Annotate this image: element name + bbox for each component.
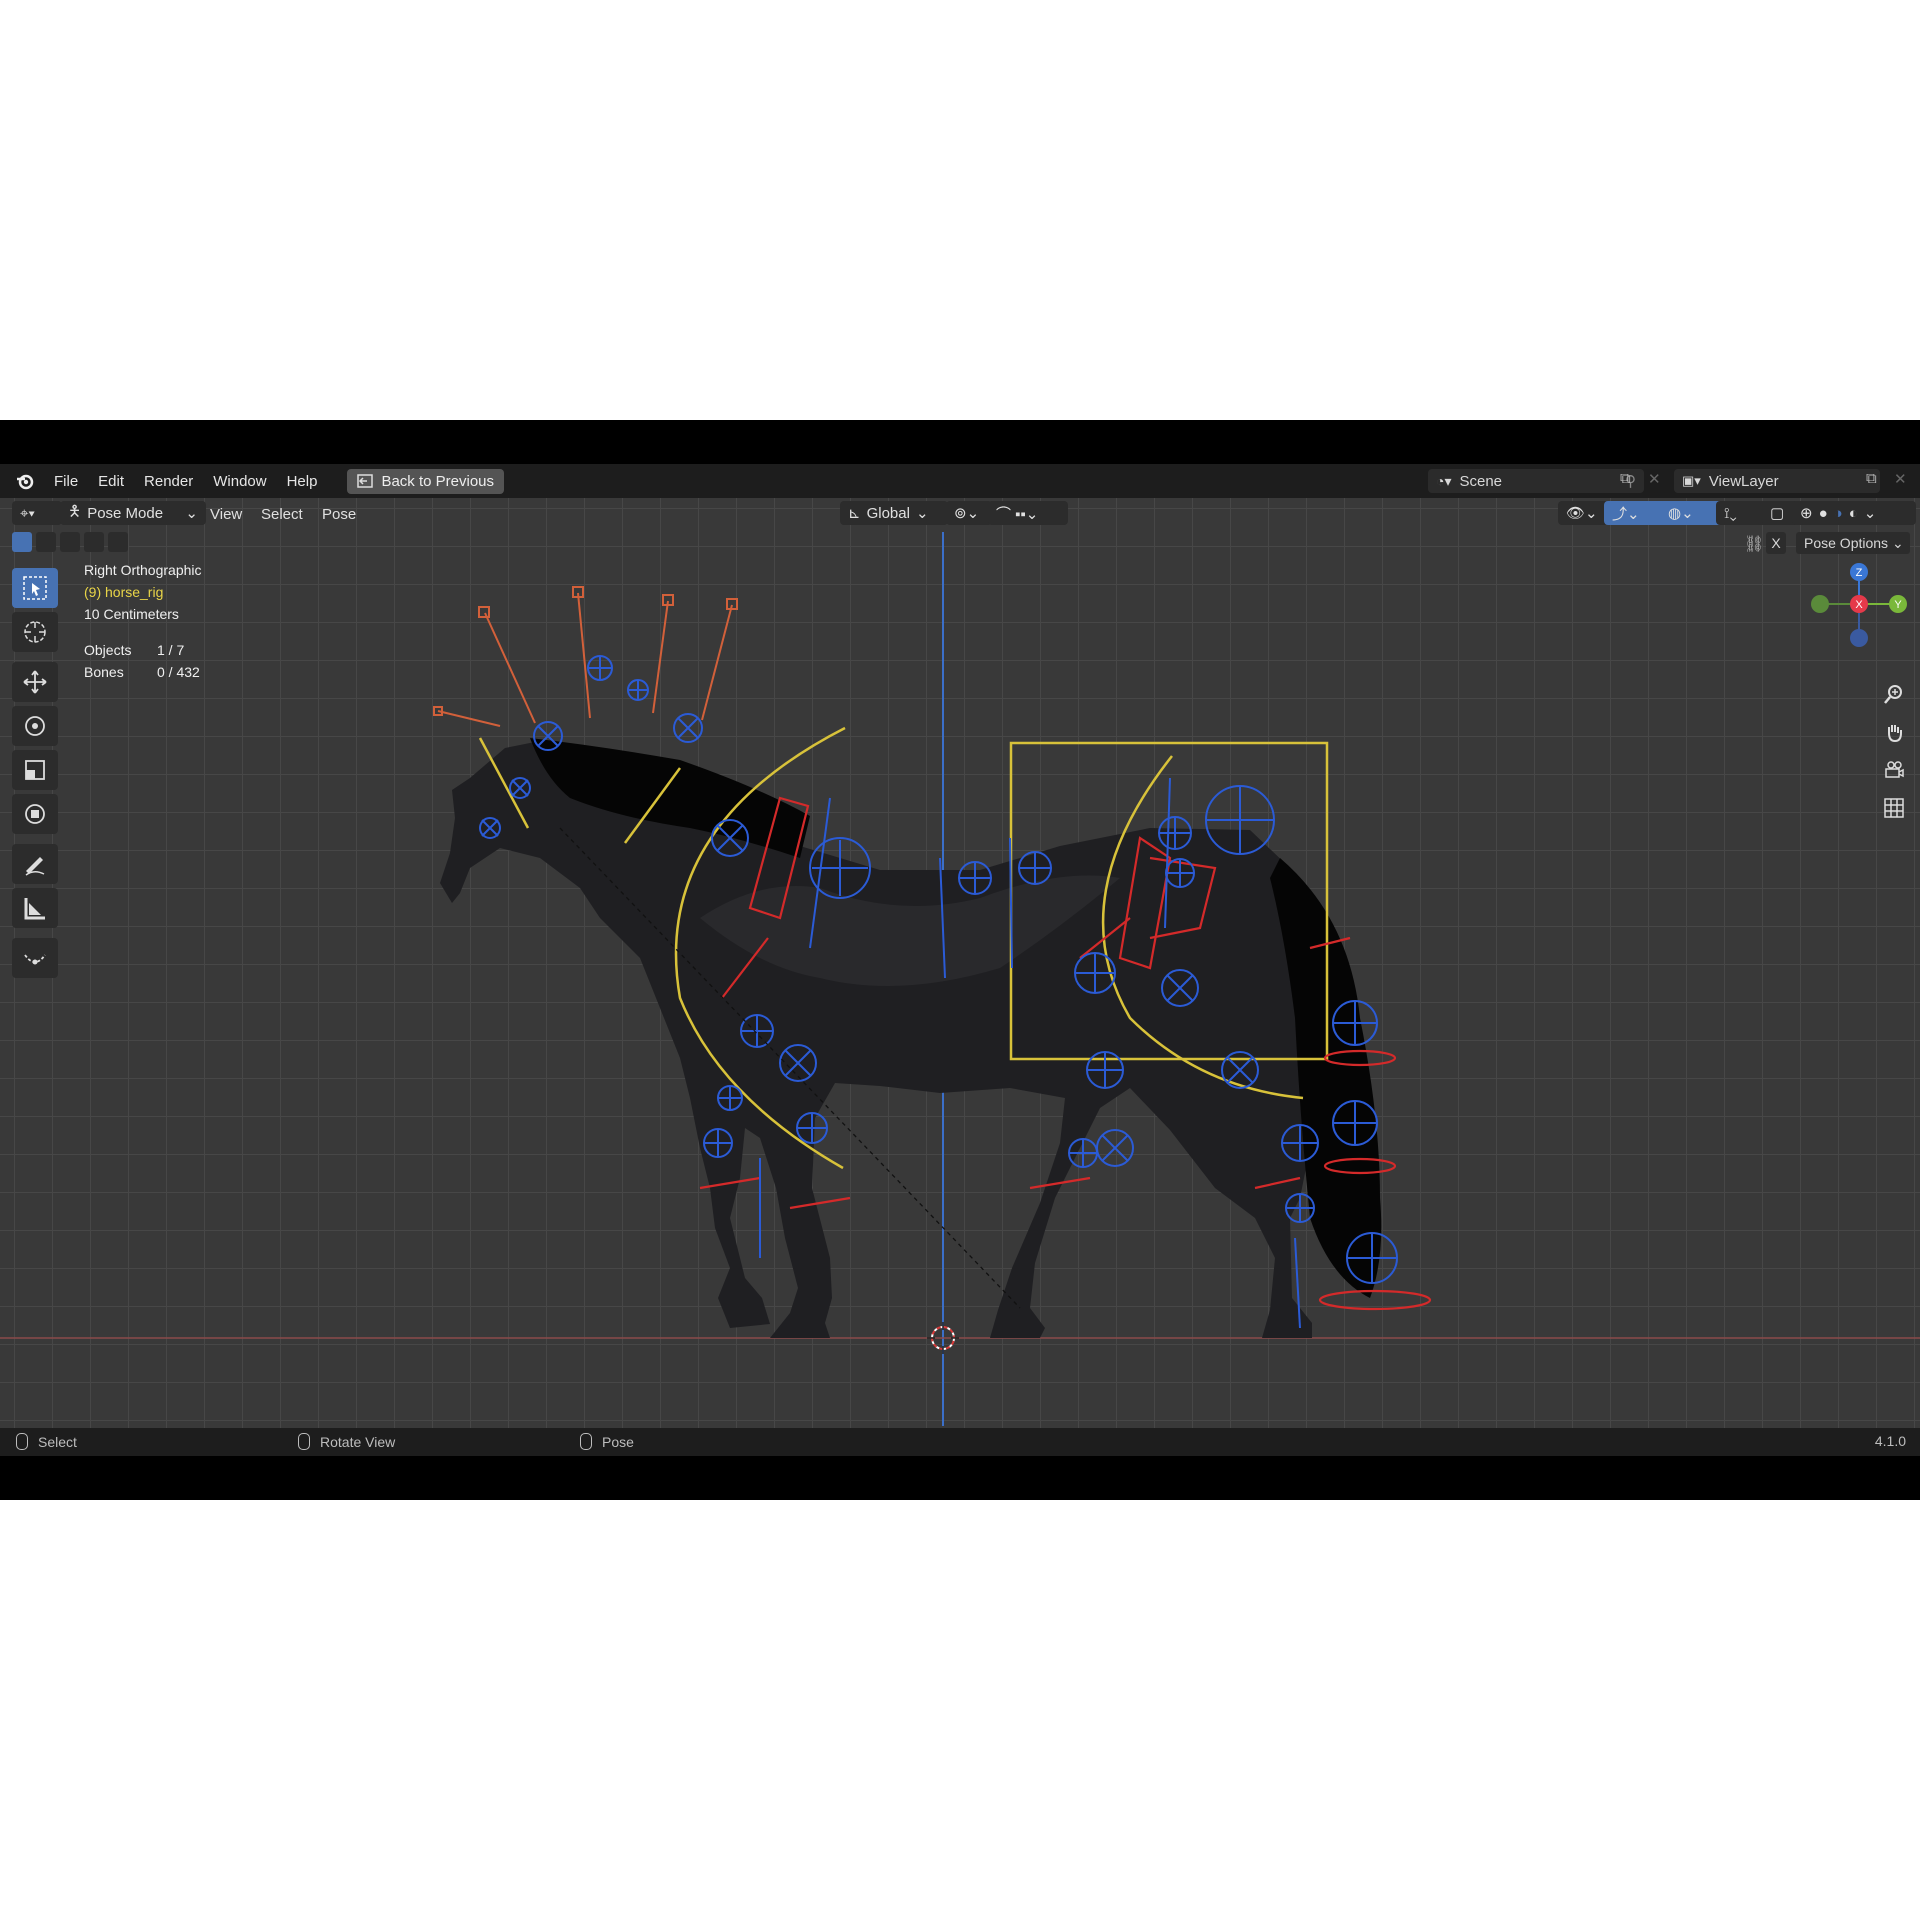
status-pose: Pose [580, 1433, 634, 1450]
scene-canvas [0, 532, 1920, 1426]
gizmo-neg-z-axis[interactable] [1850, 629, 1868, 647]
mouse-left-icon [16, 1433, 28, 1450]
gizmo-neg-y-axis[interactable] [1811, 595, 1829, 613]
top-menu-bar: File Edit Render Window Help Back to Pre… [0, 464, 1920, 498]
gizmo-y-label: Y [1894, 599, 1902, 611]
menu-edit[interactable]: Edit [88, 473, 134, 490]
camera-view-icon[interactable] [1878, 754, 1910, 786]
gizmo-z-label: Z [1856, 567, 1863, 579]
status-select-label: Select [38, 1433, 77, 1450]
zoom-icon[interactable] [1878, 678, 1910, 710]
back-icon [357, 474, 374, 488]
menu-window[interactable]: Window [203, 473, 276, 490]
version-label: 4.1.0 [1874, 1433, 1906, 1449]
pan-hand-icon[interactable] [1878, 716, 1910, 748]
menu-file[interactable]: File [44, 473, 88, 490]
view-layer-new-icon[interactable]: ⧉ [1866, 470, 1877, 487]
back-to-previous-button[interactable]: Back to Previous [347, 468, 505, 494]
scene-name: Scene [1459, 472, 1503, 490]
menu-help[interactable]: Help [277, 473, 328, 490]
status-rotate-view: Rotate View [298, 1433, 395, 1450]
menu-render[interactable]: Render [134, 473, 203, 490]
gizmo-x-label: X [1855, 599, 1863, 611]
grid-perspective-icon[interactable] [1878, 792, 1910, 824]
back-to-previous-label: Back to Previous [381, 472, 495, 490]
3d-viewport[interactable]: ⌖▾ 🯅 Pose Mode ⌄ View Select Pose ⊾ Glob… [0, 498, 1920, 1428]
view-layer-name: ViewLayer [1708, 472, 1779, 490]
status-bar: Select Rotate View Pose 4.1.0 [0, 1428, 1920, 1456]
mouse-right-icon [580, 1433, 592, 1450]
scene-close-icon[interactable]: ✕ [1648, 470, 1661, 488]
status-pose-label: Pose [602, 1433, 634, 1450]
blender-logo-icon[interactable] [14, 470, 36, 492]
status-rotate-label: Rotate View [320, 1433, 396, 1450]
scene-selector[interactable]: ◔▾ Scene ⚲ [1428, 469, 1644, 493]
view-layer-icon: ▣▾ [1682, 473, 1701, 488]
blender-window: File Edit Render Window Help Back to Pre… [0, 420, 1920, 1500]
scene-new-icon[interactable]: ⧉ [1620, 470, 1631, 487]
view-layer-selector[interactable]: ▣▾ ViewLayer [1674, 469, 1880, 493]
navigation-gizmo[interactable]: Z Y X [1810, 560, 1910, 670]
scene-icon: ◔▾ [1436, 472, 1452, 489]
status-select: Select [16, 1433, 77, 1450]
mouse-middle-icon [298, 1433, 310, 1450]
orange-head-bones [433, 586, 738, 727]
view-layer-close-icon[interactable]: ✕ [1894, 470, 1907, 488]
